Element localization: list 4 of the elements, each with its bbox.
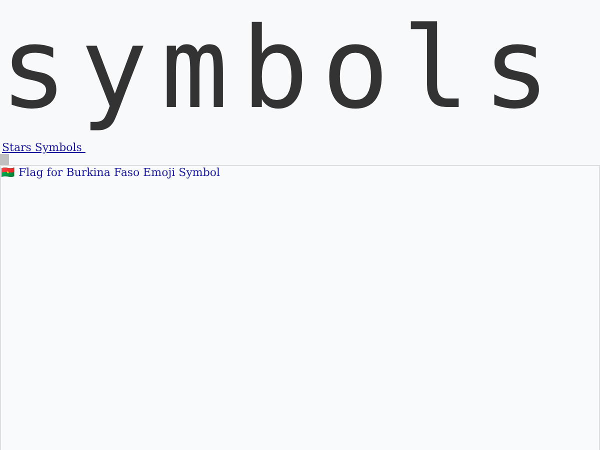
placeholder-icon — [0, 154, 9, 165]
category-link[interactable]: Stars Symbols — [2, 141, 86, 154]
site-logo: symbols — [0, 3, 564, 136]
result-link[interactable]: 🇧🇫 Flag for Burkina Faso Emoji Symbol — [1, 166, 220, 179]
